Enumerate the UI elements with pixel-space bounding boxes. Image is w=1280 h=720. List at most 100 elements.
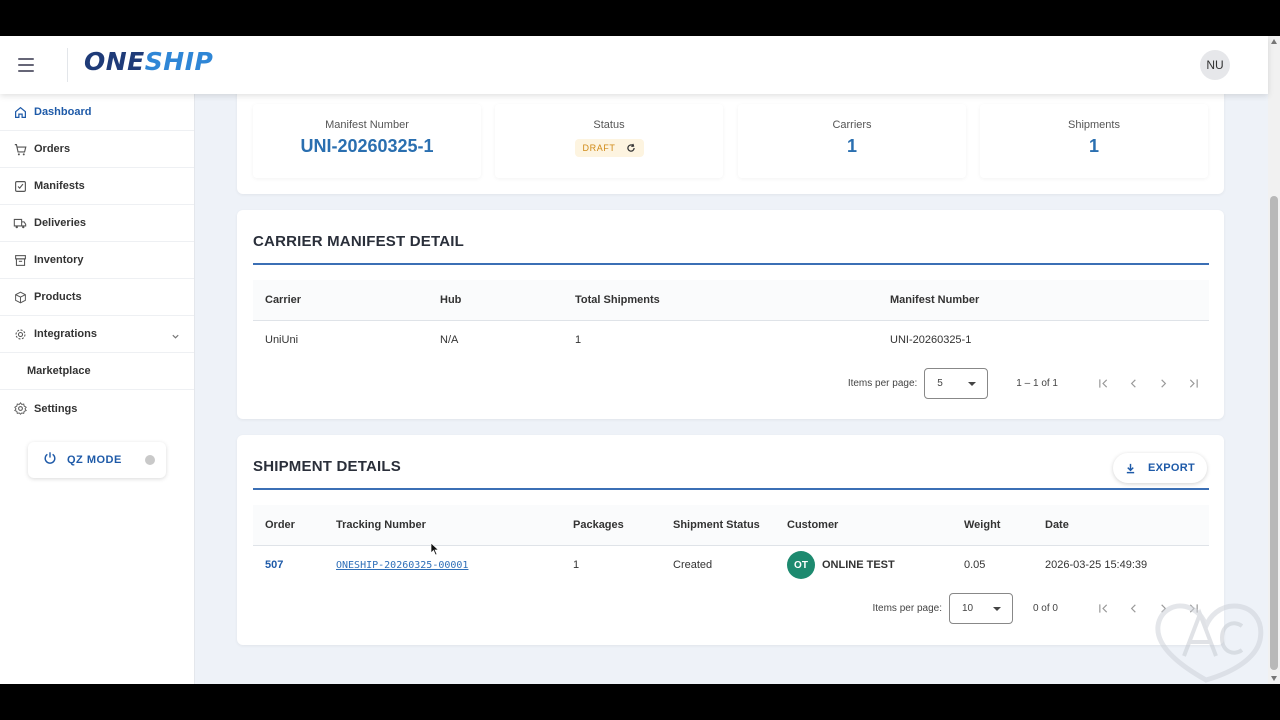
page-range-label: 1 – 1 of 1 (1016, 377, 1058, 389)
table-cell: UniUni (265, 334, 299, 347)
previous-page-icon[interactable] (1118, 593, 1148, 623)
shipments-value: 1 (1088, 136, 1099, 156)
column-header[interactable]: Manifest Number (878, 280, 1209, 321)
export-button-label: EXPORT (1147, 462, 1196, 474)
shipment-details-card: SHIPMENT DETAILS EXPORT Order Tracking N… (237, 435, 1224, 645)
column-header[interactable]: Weight (952, 505, 1033, 546)
column-header[interactable]: Total Shipments (563, 280, 878, 321)
manifest-number-stat: Manifest Number UNI-20260325-1 (253, 104, 481, 178)
table-cell: 1 (575, 334, 582, 347)
section-title: CARRIER MANIFEST DETAIL (253, 233, 464, 250)
sidebar-item-label: Marketplace (27, 365, 91, 377)
stat-caption: Carriers (832, 119, 872, 131)
export-button[interactable]: EXPORT (1113, 453, 1207, 483)
sidebar-item-dashboard[interactable]: Dashboard (0, 94, 194, 131)
column-header[interactable]: Hub (428, 280, 563, 321)
qz-status-indicator (145, 455, 155, 465)
previous-page-icon[interactable] (1118, 368, 1148, 398)
header-divider (67, 48, 68, 82)
first-page-icon[interactable] (1088, 593, 1118, 623)
cube-icon (13, 290, 27, 304)
table-cell: N/A (440, 334, 459, 347)
shipment-details-table: Order Tracking Number Packages Shipment … (253, 505, 1209, 585)
user-avatar[interactable]: NU (1200, 50, 1230, 80)
sidebar-item-orders[interactable]: Orders (0, 131, 194, 168)
settings-icon (13, 402, 27, 416)
page-size-select[interactable]: 10 (948, 592, 1013, 624)
stat-caption: Status (593, 119, 625, 131)
status-badge-label: DRAFT (582, 143, 616, 153)
customer-avatar: OT (787, 551, 815, 580)
refresh-icon[interactable] (626, 143, 636, 153)
sidebar-item-inventory[interactable]: Inventory (0, 242, 194, 279)
scroll-down-icon[interactable] (1271, 676, 1277, 681)
tracking-cell: ONESHIP-20260325-00001 (324, 545, 561, 585)
sidebar-item-settings[interactable]: Settings (0, 390, 194, 427)
sidebar-item-deliveries[interactable]: Deliveries (0, 205, 194, 242)
column-header[interactable]: Customer (775, 505, 952, 546)
page-size-value: 5 (937, 377, 943, 389)
sidebar-item-label: Inventory (34, 254, 84, 266)
app-window: ONESHIP NU Dashboard Orders Manifests De… (0, 36, 1280, 684)
section-title: SHIPMENT DETAILS (253, 458, 401, 475)
oneship-logo[interactable]: ONESHIP (84, 47, 213, 77)
section-divider (253, 263, 1209, 265)
page-range-label: 0 of 0 (1032, 602, 1058, 614)
table-header-row: Order Tracking Number Packages Shipment … (253, 505, 1209, 546)
column-header[interactable]: Shipment Status (661, 505, 775, 546)
table-cell: Created (673, 559, 713, 572)
status-stat: Status DRAFT (495, 104, 723, 178)
carrier-paginator: Items per page: 5 1 – 1 of 1 (848, 367, 1208, 399)
download-icon (1126, 463, 1135, 473)
column-header[interactable]: Tracking Number (324, 505, 561, 546)
tracking-number-link[interactable]: ONESHIP-20260325-00001 (336, 560, 468, 571)
hamburger-menu-icon[interactable] (14, 54, 38, 76)
first-page-icon[interactable] (1088, 368, 1118, 398)
sidebar-item-integrations[interactable]: Integrations (0, 316, 194, 353)
table-row: 507 ONESHIP-20260325-00001 1 Created OT … (253, 545, 1209, 585)
manifest-number-value: UNI-20260325-1 (300, 136, 434, 156)
table-row: UniUni N/A 1 UNI-20260325-1 (253, 320, 1209, 360)
sidebar-item-label: Settings (34, 402, 78, 415)
items-per-page-label: Items per page: (872, 602, 942, 614)
qz-mode-label: QZ MODE (67, 454, 122, 466)
sidebar-item-label: Orders (34, 143, 71, 155)
table-cell: UNI-20260325-1 (890, 334, 972, 347)
scrollbar-thumb[interactable] (1270, 196, 1278, 670)
shipments-stat: Shipments 1 (980, 104, 1208, 178)
watermark-logo-icon (1154, 596, 1266, 684)
carrier-manifest-table: Carrier Hub Total Shipments Manifest Num… (253, 280, 1209, 360)
sidebar-item-label: Dashboard (34, 106, 92, 118)
table-cell: 2026-03-25 15:49:39 (1045, 559, 1148, 572)
gear-cog-icon (13, 327, 27, 341)
page-scrollbar[interactable] (1268, 36, 1280, 684)
order-number[interactable]: 507 (265, 559, 283, 571)
sidebar-item-marketplace[interactable]: Marketplace (0, 353, 194, 390)
column-header[interactable]: Carrier (253, 280, 428, 321)
sidebar-item-manifests[interactable]: Manifests (0, 168, 194, 205)
cart-icon (13, 142, 27, 156)
page-size-select[interactable]: 5 (924, 367, 989, 399)
items-per-page-label: Items per page: (847, 377, 918, 389)
last-page-icon[interactable] (1178, 368, 1208, 398)
column-header[interactable]: Order (253, 505, 324, 546)
column-header[interactable]: Packages (561, 505, 661, 546)
sidebar-item-label: Products (34, 291, 82, 303)
order-link[interactable]: 507 (253, 545, 324, 585)
chevron-down-icon[interactable] (171, 328, 180, 346)
carriers-stat: Carriers 1 (738, 104, 966, 178)
sidebar-item-products[interactable]: Products (0, 279, 194, 316)
table-header-row: Carrier Hub Total Shipments Manifest Num… (253, 280, 1209, 321)
home-icon (13, 105, 27, 119)
sidebar-item-label: Manifests (34, 180, 85, 192)
archive-box-icon (13, 253, 27, 267)
table-cell: 0.05 (964, 559, 986, 572)
qz-mode-toggle[interactable]: QZ MODE (28, 442, 166, 478)
mouse-cursor-icon (430, 542, 440, 561)
power-icon (43, 451, 57, 470)
column-header[interactable]: Date (1033, 505, 1209, 546)
section-divider (253, 488, 1209, 490)
checklist-icon (13, 179, 27, 193)
scroll-up-icon[interactable] (1271, 39, 1277, 44)
next-page-icon[interactable] (1148, 368, 1178, 398)
